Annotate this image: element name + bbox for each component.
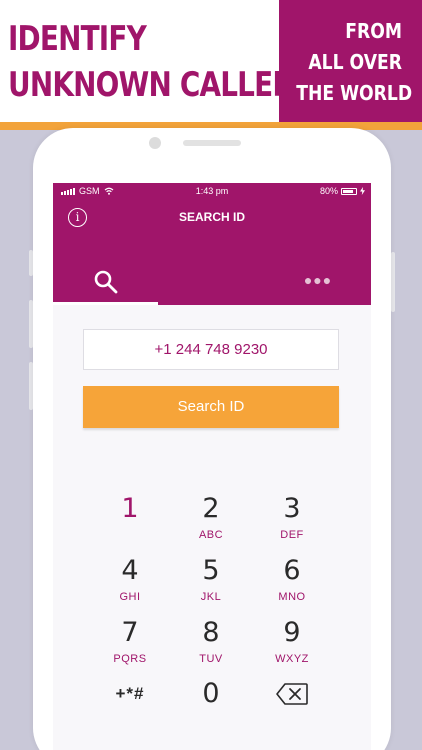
delete-button[interactable]	[252, 679, 332, 735]
keypad-key-1[interactable]: 1	[90, 494, 170, 550]
active-tab-indicator	[53, 302, 158, 305]
status-bar: GSM 1:43 pm 80%	[53, 183, 371, 199]
keypad-key-8[interactable]: 8 TUV	[171, 618, 251, 674]
search-icon	[94, 270, 118, 294]
keypad-digit: 6	[283, 555, 301, 586]
keypad-key-9[interactable]: 9 WXYZ	[252, 618, 332, 674]
promo-banner: IDENTIFY UNKNOWN CALLERS FROM ALL OVER T…	[0, 0, 422, 122]
app-screen: GSM 1:43 pm 80% i SEARCH ID ●●● +1 244 7	[53, 183, 371, 750]
keypad-letters: DEF	[280, 529, 304, 541]
backspace-icon	[276, 683, 308, 705]
more-options-icon[interactable]: ●●●	[293, 257, 343, 305]
keypad-digit: 5	[202, 555, 220, 586]
tab-search[interactable]	[53, 257, 158, 305]
keypad-digit: 7	[121, 617, 139, 648]
page-title: SEARCH ID	[178, 210, 245, 224]
keypad-key-7[interactable]: 7 PQRS	[90, 618, 170, 674]
tab-bar: ●●●	[53, 257, 371, 305]
keypad-letters: ABC	[198, 529, 224, 541]
app-header: GSM 1:43 pm 80% i SEARCH ID ●●●	[53, 183, 371, 305]
keypad-digit: 4	[121, 555, 139, 586]
phone-speaker	[183, 140, 241, 146]
keypad-key-4[interactable]: 4 GHI	[90, 556, 170, 612]
keypad-key-5[interactable]: 5 JKL	[171, 556, 251, 612]
keypad-letters: TUV	[199, 653, 223, 665]
keypad-digit: 9	[283, 617, 301, 648]
keypad-key-3[interactable]: 3 DEF	[252, 494, 332, 550]
keypad-letters: JKL	[200, 591, 222, 603]
banner-tagline-line1: FROM	[345, 19, 402, 43]
keypad-digit: 3	[283, 493, 301, 524]
search-id-button[interactable]: Search ID	[83, 386, 339, 428]
keypad-key-special[interactable]: +*#	[90, 679, 170, 735]
phone-number-field[interactable]: +1 244 748 9230	[83, 329, 339, 370]
banner-headline-line1: IDENTIFY	[8, 19, 147, 59]
battery-icon	[341, 187, 357, 195]
battery-percent: 80%	[319, 186, 338, 196]
keypad-digit: 0	[202, 678, 220, 709]
keypad-special-label: +*#	[115, 684, 145, 703]
keypad-letters: PQRS	[113, 653, 147, 665]
keypad-key-6[interactable]: 6 MNO	[252, 556, 332, 612]
banner-tagline: FROM ALL OVER THE WORLD	[279, 0, 422, 122]
banner-headline-line2: UNKNOWN CALLERS	[8, 65, 313, 105]
banner-headline: IDENTIFY UNKNOWN CALLERS	[8, 16, 313, 108]
keypad-letters: WXYZ	[275, 653, 309, 665]
keypad-digit: 8	[202, 617, 220, 648]
keypad-letters: MNO	[278, 591, 306, 603]
banner-tagline-line3: THE WORLD	[296, 81, 413, 105]
charging-icon	[360, 187, 365, 195]
keypad-digit: 2	[202, 493, 220, 524]
keypad-key-0[interactable]: 0	[171, 679, 251, 735]
keypad-key-2[interactable]: 2 ABC	[171, 494, 251, 550]
phone-camera	[149, 137, 161, 149]
battery-info: 80%	[320, 186, 365, 196]
phone-power-button	[391, 252, 395, 312]
keypad-letters: GHI	[119, 591, 141, 603]
banner-tagline-line2: ALL OVER	[308, 50, 402, 74]
keypad-digit: 1	[121, 493, 139, 524]
